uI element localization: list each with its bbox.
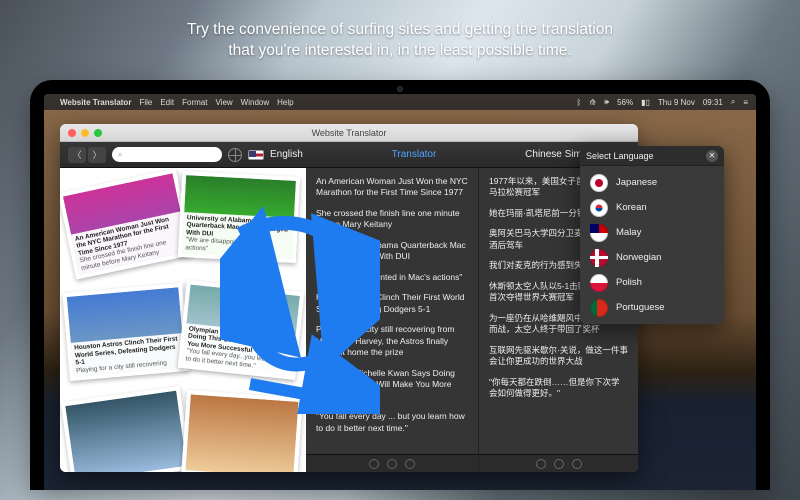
language-popover: Select Language ✕ Japanese Korean Malay … — [580, 146, 724, 324]
source-paragraph: She crossed the finish line one minute b… — [316, 208, 468, 231]
flag-my-icon — [590, 224, 608, 242]
menu-item[interactable]: Help — [277, 98, 293, 107]
language-option[interactable]: Korean — [580, 195, 724, 220]
flag-us-icon[interactable] — [248, 150, 264, 160]
menu-item[interactable]: Format — [182, 98, 207, 107]
camera-dot — [397, 86, 403, 92]
language-option[interactable]: Norwegian — [580, 245, 724, 270]
close-popover-button[interactable]: ✕ — [706, 150, 718, 162]
pane-control-button[interactable] — [387, 459, 397, 469]
flag-no-icon — [590, 249, 608, 267]
language-option[interactable]: Japanese — [580, 170, 724, 195]
menu-item[interactable]: File — [139, 98, 152, 107]
flag-pl-icon — [590, 274, 608, 292]
search-icon: ⌕ — [118, 150, 122, 160]
pane-control-button[interactable] — [554, 459, 564, 469]
source-pane-footer — [306, 454, 478, 472]
battery-percent[interactable]: 56% — [617, 98, 633, 107]
article-tile[interactable]: Houston Astros Clinch Their First World … — [62, 283, 189, 381]
banner-line1: Try the convenience of surfing sites and… — [0, 20, 800, 41]
source-text-pane[interactable]: An American Woman Just Won the NYC Marat… — [306, 168, 478, 472]
url-search-field[interactable]: ⌕ — [112, 147, 222, 162]
volume-icon[interactable]: 🕪 — [604, 97, 609, 107]
menu-app-name[interactable]: Website Translator — [60, 98, 131, 107]
menu-date[interactable]: Thu 9 Nov — [658, 98, 695, 107]
source-paragraph: University of Alabama Quarterback Mac Jo… — [316, 240, 468, 263]
wifi-icon[interactable]: ⟰ — [589, 98, 596, 107]
flag-jp-icon — [590, 174, 608, 192]
pane-control-button[interactable] — [405, 459, 415, 469]
article-tile[interactable]: An American Woman Just Won the NYC Marat… — [60, 168, 194, 279]
source-paragraph: "You fall every day ... but you learn ho… — [316, 411, 468, 434]
app-toolbar: 〈 〉 ⌕ English Translator Chinese Simplif… — [60, 142, 638, 168]
flag-pt-icon — [590, 299, 608, 317]
language-option[interactable]: Polish — [580, 270, 724, 295]
mac-menu-bar: Website Translator File Edit Format View… — [44, 94, 756, 110]
marketing-banner: Try the convenience of surfing sites and… — [0, 20, 800, 62]
desktop: Website Translator File Edit Format View… — [44, 94, 756, 490]
menu-item[interactable]: View — [215, 98, 232, 107]
banner-line2: that you're interested in, in the least … — [0, 41, 800, 62]
web-pane[interactable]: An American Woman Just Won the NYC Marat… — [60, 168, 306, 472]
source-language-label[interactable]: English — [270, 149, 303, 160]
language-option[interactable]: Malay — [580, 220, 724, 245]
language-list[interactable]: Japanese Korean Malay Norwegian Polish P… — [580, 166, 724, 324]
article-tile[interactable]: Olympian Michelle Kwan Says Doing This O… — [178, 280, 305, 380]
source-paragraph: Olympian Michelle Kwan Says Doing This O… — [316, 368, 468, 402]
globe-icon[interactable] — [228, 148, 242, 162]
menu-time[interactable]: 09:31 — [703, 98, 723, 107]
popover-title: Select Language — [586, 151, 654, 161]
bluetooth-icon[interactable]: ᛒ — [577, 98, 582, 107]
target-paragraph: "你每天都在跌倒……但是你下次学会如何做得更好。" — [489, 377, 628, 400]
window-titlebar[interactable]: Website Translator — [60, 124, 638, 142]
app-window: Website Translator 〈 〉 ⌕ English Transla… — [60, 124, 638, 472]
search-icon[interactable]: ⌕ — [731, 97, 735, 107]
target-pane-footer — [479, 454, 638, 472]
article-tile[interactable] — [61, 386, 192, 472]
source-paragraph: An American Woman Just Won the NYC Marat… — [316, 176, 468, 199]
menu-extra-icon[interactable]: ≡ — [743, 98, 748, 107]
article-tile[interactable]: University of Alabama Quarterback Mac Jo… — [178, 171, 300, 263]
window-title: Website Translator — [60, 128, 638, 138]
menu-item[interactable]: Window — [241, 98, 269, 107]
source-paragraph: Playing for a city still recovering from… — [316, 324, 468, 358]
pane-control-button[interactable] — [536, 459, 546, 469]
flag-kr-icon — [590, 199, 608, 217]
laptop-frame: Website Translator File Edit Format View… — [30, 80, 770, 490]
back-button[interactable]: 〈 — [68, 147, 86, 163]
menu-item[interactable]: Edit — [160, 98, 174, 107]
translator-label[interactable]: Translator — [309, 149, 519, 160]
pane-control-button[interactable] — [572, 459, 582, 469]
target-paragraph: 互联网先驱米歇尔·关说，做这一件事会让你更成功的世界大战 — [489, 345, 628, 368]
battery-icon[interactable]: ▮▯ — [641, 98, 650, 107]
source-paragraph: Houston Astros Clinch Their First World … — [316, 292, 468, 315]
forward-button[interactable]: 〉 — [88, 147, 106, 163]
language-option[interactable]: Portuguese — [580, 295, 724, 320]
pane-control-button[interactable] — [369, 459, 379, 469]
article-tile[interactable] — [181, 390, 303, 472]
source-paragraph: "We are disappointed in Mac's actions" — [316, 272, 468, 283]
